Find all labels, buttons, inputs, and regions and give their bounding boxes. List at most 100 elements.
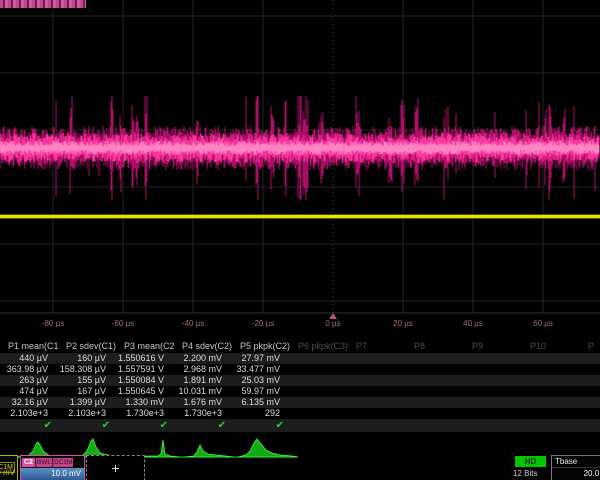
measure-header-cell[interactable]: P7 <box>348 340 406 353</box>
measurement-table: P1 mean(C1)P2 sdev(C1)P3 mean(C2)P4 sdev… <box>0 340 600 432</box>
measure-value-cell: 363.98 µV <box>0 364 58 375</box>
measure-value-cell: 167 µV <box>58 386 116 397</box>
measure-header-cell[interactable]: P8 <box>406 340 464 353</box>
measure-value-cell: 25.03 mV <box>232 375 290 386</box>
timebase-label: Tbase <box>552 456 600 468</box>
time-axis-label: -80 µs <box>42 319 64 328</box>
measure-value-cell <box>348 353 406 364</box>
measure-value-cell <box>406 386 464 397</box>
measure-value-cell <box>348 386 406 397</box>
measure-value-cell: 1.550645 V <box>116 386 174 397</box>
time-axis-label: 40 µs <box>463 319 483 328</box>
trigger-position-marker[interactable] <box>329 313 337 319</box>
measure-value-cell <box>522 364 580 375</box>
measure-header-row: P1 mean(C1)P2 sdev(C1)P3 mean(C2)P4 sdev… <box>0 340 600 353</box>
measure-header-cell[interactable]: P3 mean(C2) <box>116 340 174 353</box>
channel-c2-descriptor[interactable]: C2 BWL DC1M 10.0 mV <box>20 455 85 480</box>
measure-value-cell <box>580 397 600 408</box>
measure-header-cell[interactable]: P5 pkpk(C2) <box>232 340 290 353</box>
measure-value-cell <box>522 397 580 408</box>
waveform-plot-area <box>0 0 600 332</box>
timebase-descriptor[interactable]: Tbase 20.0 µs <box>551 455 600 480</box>
channel-c1-descriptor[interactable]: DC1M 10.0 mV <box>0 455 18 480</box>
clipped-trace-label <box>0 0 86 8</box>
time-axis-label: -20 µs <box>252 319 274 328</box>
measure-value-cell <box>348 408 406 419</box>
measure-value-cell: 474 µV <box>0 386 58 397</box>
measure-value-cell: 6.135 mV <box>232 397 290 408</box>
measure-value-cell <box>348 375 406 386</box>
measure-value-cell <box>290 408 348 419</box>
c2-channel-badge: C2 <box>22 458 35 467</box>
measure-value-cell: 1.550616 V <box>116 353 174 364</box>
measure-value-cell <box>348 397 406 408</box>
measure-value-cell: 1.730e+3 <box>174 408 232 419</box>
measure-value-cell: 1.676 mV <box>174 397 232 408</box>
measure-value-cell <box>290 397 348 408</box>
measure-value-cell: 1.557591 V <box>116 364 174 375</box>
oscilloscope-screen: -100 µs-80 µs-60 µs-40 µs-20 µs0 µs20 µs… <box>0 0 600 480</box>
measure-value-cell <box>580 364 600 375</box>
measure-header-cell[interactable]: P9 <box>464 340 522 353</box>
measure-value-cell: 292 <box>232 408 290 419</box>
hd-bits-label: 12 Bits <box>513 469 537 478</box>
time-axis-label: -40 µs <box>182 319 204 328</box>
measure-value-cell: 158.308 µV <box>58 364 116 375</box>
measure-header-cell[interactable]: P6 pkpk(C3) <box>290 340 348 353</box>
measure-status-check: ✔ <box>232 419 290 432</box>
measure-value-cell <box>580 353 600 364</box>
measure-value-cell <box>290 386 348 397</box>
measure-value-cell <box>580 386 600 397</box>
measure-value-cell <box>580 375 600 386</box>
measure-row-num: 2.103e+32.103e+31.730e+31.730e+3292 <box>0 408 600 419</box>
measure-value-cell: 32.16 µV <box>0 397 58 408</box>
measure-header-cell[interactable]: P4 sdev(C2) <box>174 340 232 353</box>
measure-header-cell[interactable]: P1 mean(C1) <box>0 340 58 353</box>
measure-value-cell <box>464 386 522 397</box>
time-axis-label: 60 µs <box>533 319 553 328</box>
timebase-value: 20.0 µs <box>552 468 600 479</box>
measure-value-cell <box>290 353 348 364</box>
trace-descriptor-bar: DC1M 10.0 mV C2 BWL DC1M 10.0 mV + HD 12… <box>0 455 600 480</box>
measure-header-cell[interactable]: P10 <box>522 340 580 353</box>
measure-value-cell <box>580 408 600 419</box>
measure-header-cell[interactable]: P2 sdev(C1) <box>58 340 116 353</box>
hd-mode-badge[interactable]: HD <box>515 456 546 467</box>
measure-value-cell <box>522 353 580 364</box>
measure-value-cell <box>522 386 580 397</box>
add-trace-button[interactable]: + <box>86 455 145 480</box>
measure-value-cell: 59.97 mV <box>232 386 290 397</box>
time-axis-label: 20 µs <box>393 319 413 328</box>
measure-row-sdev: 32.16 µV1.399 µV1.330 mV1.676 mV6.135 mV <box>0 397 600 408</box>
measure-value-cell: 1.891 mV <box>174 375 232 386</box>
measure-value-cell <box>522 375 580 386</box>
measure-row-min: 263 µV155 µV1.550084 V1.891 mV25.03 mV <box>0 375 600 386</box>
c2-vertical-scale: 10.0 mV <box>21 468 84 480</box>
time-axis: -100 µs-80 µs-60 µs-40 µs-20 µs0 µs20 µs… <box>0 314 600 336</box>
measure-value-cell: 1.550084 V <box>116 375 174 386</box>
measure-status-check <box>290 419 348 432</box>
measure-value-cell <box>464 397 522 408</box>
measure-value-cell: 1.330 mV <box>116 397 174 408</box>
c1-vertical-scale: 10.0 mV <box>0 467 17 478</box>
measure-status-check <box>464 419 522 432</box>
measure-value-cell <box>406 408 464 419</box>
c2-coupling-badge: DC1M <box>53 458 73 467</box>
measure-value-cell: 1.399 µV <box>58 397 116 408</box>
measure-status-check: ✔ <box>116 419 174 432</box>
measure-header-cell[interactable]: P <box>580 340 600 353</box>
measure-row-mean: 363.98 µV158.308 µV1.557591 V2.968 mV33.… <box>0 364 600 375</box>
measure-value-cell: 27.97 mV <box>232 353 290 364</box>
measure-value-cell: 2.103e+3 <box>0 408 58 419</box>
measure-value-cell <box>406 353 464 364</box>
measure-value-cell: 33.477 mV <box>232 364 290 375</box>
measure-value-cell <box>464 353 522 364</box>
measure-value-cell <box>290 375 348 386</box>
measure-status-check <box>406 419 464 432</box>
measure-value-cell: 263 µV <box>0 375 58 386</box>
measure-status-check <box>348 419 406 432</box>
measure-row-value: 440 µV160 µV1.550616 V2.200 mV27.97 mV <box>0 353 600 364</box>
measure-row-max: 474 µV167 µV1.550645 V10.031 mV59.97 mV <box>0 386 600 397</box>
measure-value-cell <box>464 408 522 419</box>
measure-value-cell: 2.103e+3 <box>58 408 116 419</box>
